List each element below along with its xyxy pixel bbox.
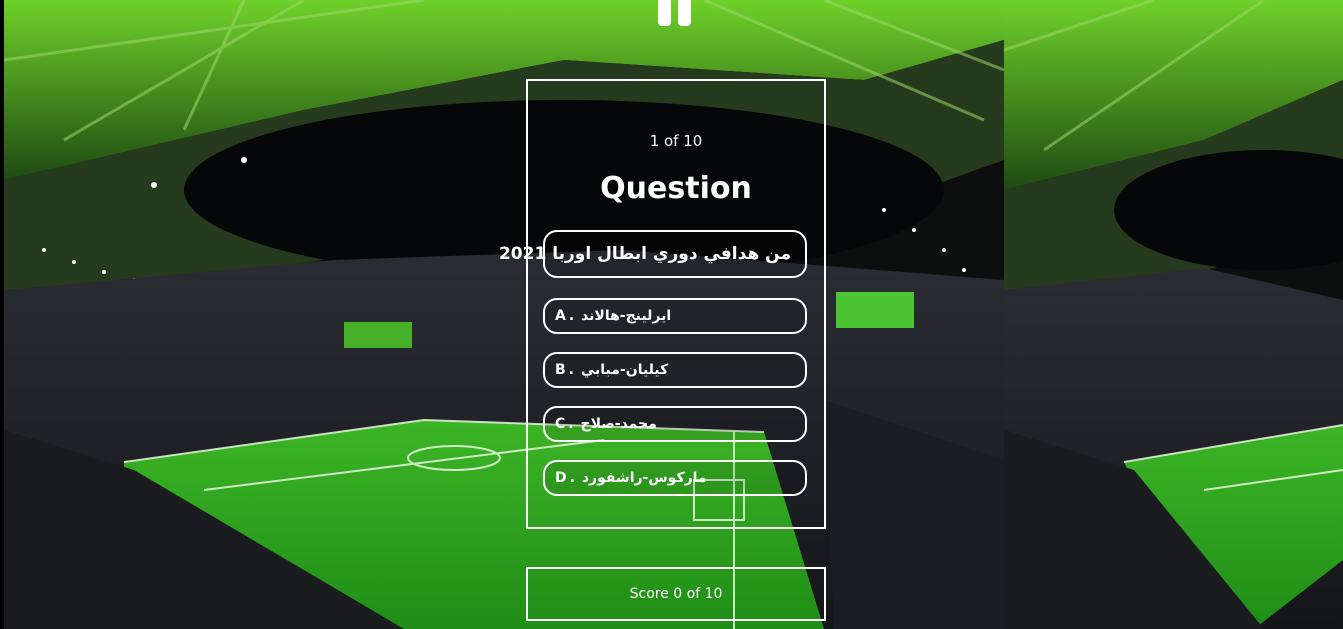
question-text: من هدافي دوري ابطال اوربا 2021 <box>499 230 807 278</box>
option-separator: . <box>568 308 575 324</box>
stadium-background-repeat <box>1004 0 1343 629</box>
answer-option-a[interactable]: A. ايرلينج-هالاند <box>543 298 807 334</box>
option-letter: D <box>555 470 567 486</box>
pause-icon[interactable] <box>657 0 693 26</box>
question-heading: Question <box>600 171 752 206</box>
option-text: ماركوس-راشفورد <box>581 470 707 486</box>
option-letter: C <box>555 416 566 432</box>
option-letter: A <box>555 308 566 324</box>
pause-bar-left <box>658 0 671 26</box>
question-counter: 1 of 10 <box>649 132 703 150</box>
option-separator: . <box>568 416 574 432</box>
option-letter: B <box>555 362 566 378</box>
answer-option-b[interactable]: B. كيليان-مبابي <box>543 352 807 388</box>
option-text: محمد-صلاح <box>580 416 657 432</box>
quiz-card: 1 of 10 Question من هدافي دوري ابطال اور… <box>499 79 826 529</box>
option-separator: . <box>569 470 575 486</box>
answer-option-d[interactable]: D. ماركوس-راشفورد <box>543 460 807 496</box>
option-separator: . <box>568 362 574 378</box>
stadium-background <box>4 0 1004 629</box>
quiz-stage: 1 of 10 Question من هدافي دوري ابطال اور… <box>0 0 1343 629</box>
option-text: كيليان-مبابي <box>580 362 669 378</box>
answer-option-c[interactable]: C. محمد-صلاح <box>543 406 807 442</box>
option-text: ايرلينج-هالاند <box>581 308 672 324</box>
pause-bar-right <box>678 0 691 26</box>
score-display: Score 0 of 10 <box>526 567 826 621</box>
